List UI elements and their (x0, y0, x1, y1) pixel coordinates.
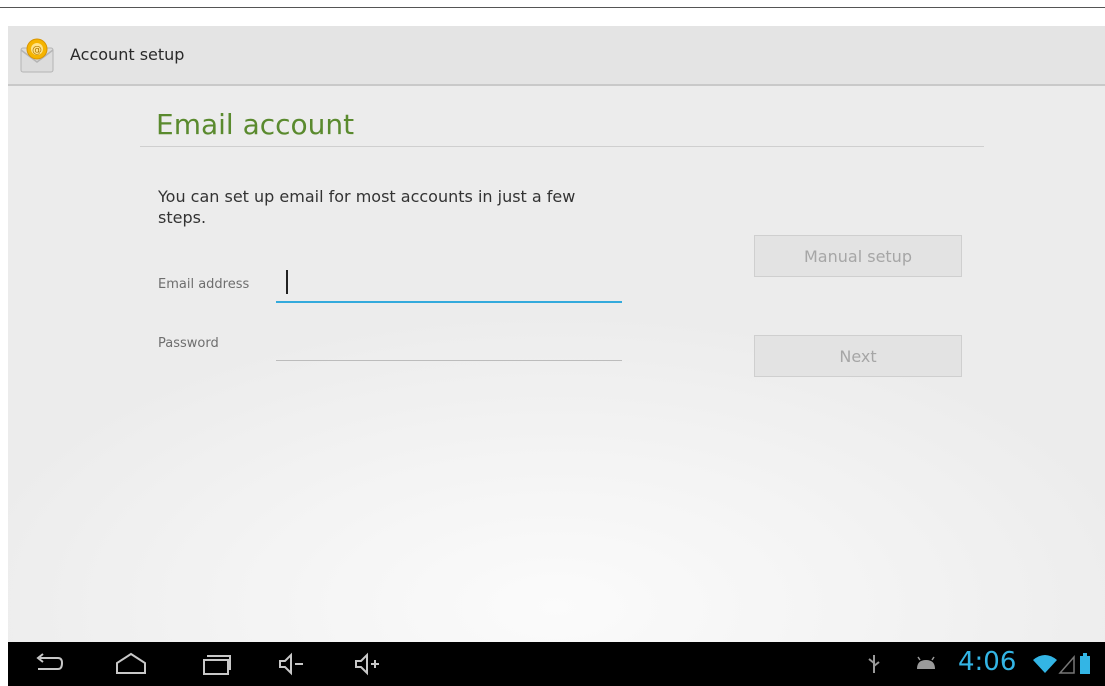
email-address-input[interactable] (276, 269, 622, 303)
volume-up-icon[interactable] (352, 651, 382, 677)
device-screen: @ Account setup Email account You can se… (8, 26, 1105, 686)
next-button[interactable]: Next (754, 335, 962, 377)
android-debug-icon (917, 656, 935, 669)
email-app-icon[interactable]: @ (20, 38, 54, 74)
top-border (0, 0, 1105, 8)
signal-icon (1058, 655, 1075, 674)
page-heading: Email account (156, 108, 355, 141)
email-address-label: Email address (158, 277, 250, 292)
manual-setup-button[interactable]: Manual setup (754, 235, 962, 277)
intro-text: You can set up email for most accounts i… (158, 187, 576, 227)
wifi-icon (1033, 655, 1057, 673)
svg-text:@: @ (32, 45, 42, 56)
usb-icon (868, 655, 880, 673)
volume-down-icon[interactable] (276, 651, 306, 677)
back-icon[interactable] (32, 651, 64, 677)
text-caret (286, 270, 288, 294)
home-icon[interactable] (114, 651, 148, 677)
system-nav-bar: 4:06 (8, 642, 1105, 686)
recent-apps-icon[interactable] (198, 651, 232, 677)
battery-icon (1080, 653, 1090, 674)
heading-divider (140, 146, 984, 147)
password-input[interactable] (276, 328, 622, 361)
action-bar: @ Account setup (8, 26, 1105, 86)
app-title: Account setup (70, 45, 185, 64)
status-clock: 4:06 (958, 647, 1017, 677)
password-label: Password (158, 336, 219, 351)
